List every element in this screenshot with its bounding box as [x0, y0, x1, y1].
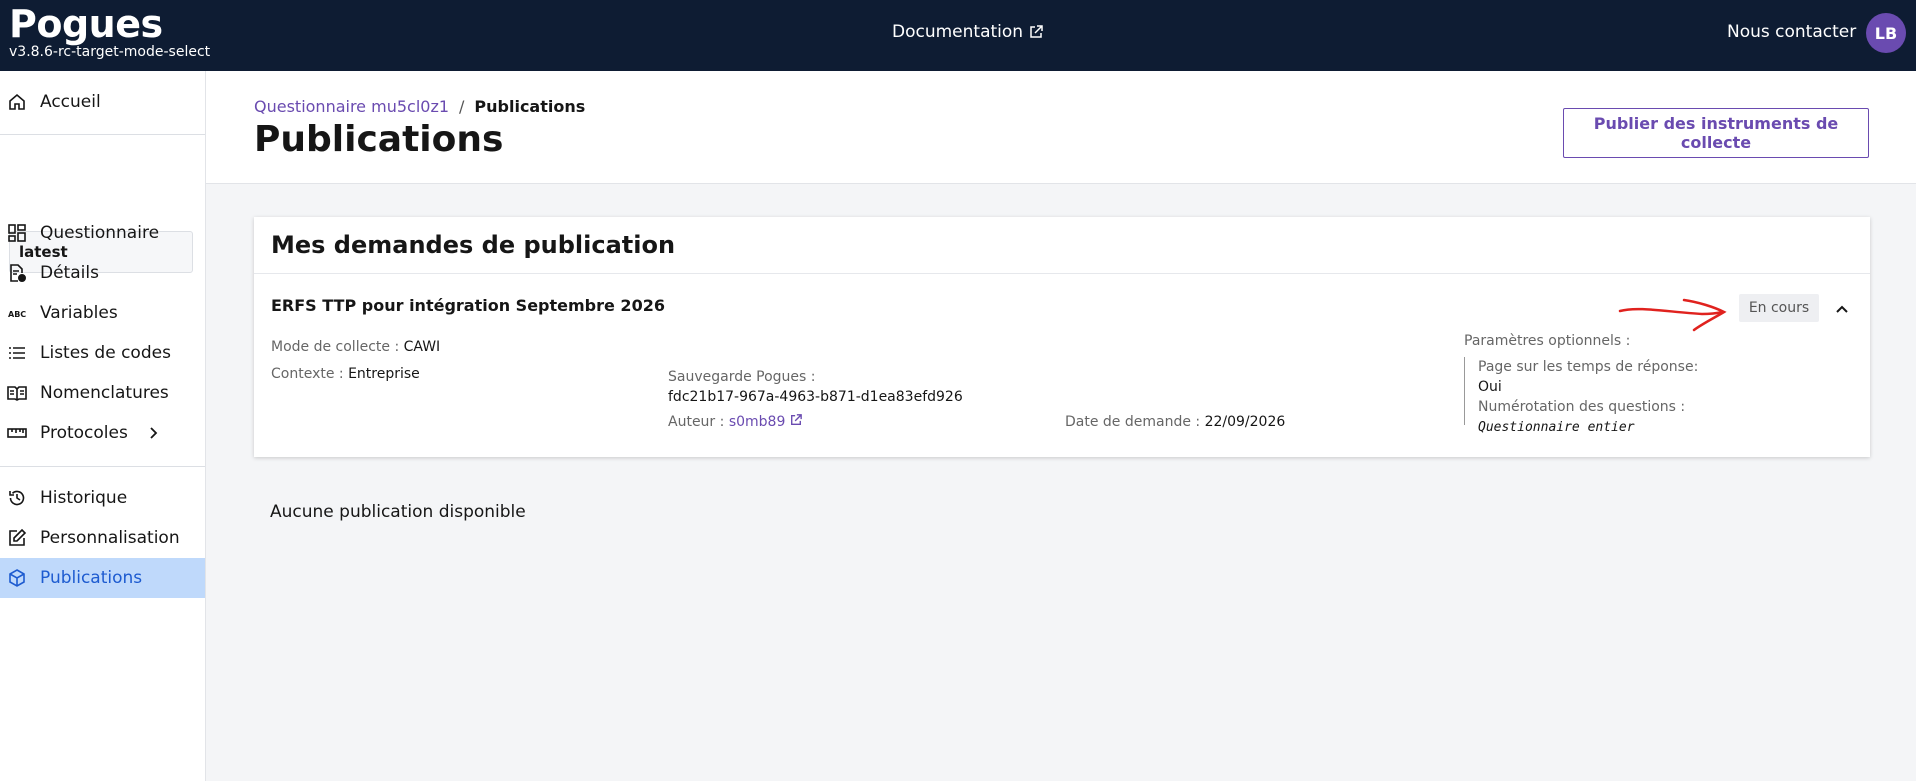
- external-link-icon: [790, 414, 802, 425]
- sidebar-item-variables[interactable]: ABC Variables: [0, 293, 205, 333]
- red-arrow-annotation-icon: [1618, 298, 1727, 332]
- history-icon: [7, 488, 27, 508]
- contact-link[interactable]: Nous contacter: [1727, 22, 1856, 42]
- sidebar-item-label: Variables: [40, 303, 118, 323]
- brand[interactable]: Pogues v3.8.6-rc-target-mode-select: [9, 2, 210, 60]
- svg-text:ABC: ABC: [8, 310, 26, 319]
- cube-icon: [7, 568, 27, 588]
- collapse-button[interactable]: [1832, 299, 1852, 319]
- backup-field: Sauvegarde Pogues : fdc21b17-967a-4963-b…: [668, 367, 963, 407]
- collection-mode-value: CAWI: [403, 339, 441, 355]
- question-numbering-value: Questionnaire entier: [1478, 420, 1635, 435]
- breadcrumb-separator: /: [459, 97, 465, 116]
- optional-parameters: Paramètres optionnels : Page sur les tem…: [1464, 333, 1704, 435]
- sidebar-item-label: Protocoles: [40, 423, 128, 443]
- question-numbering-label: Numérotation des questions :: [1478, 399, 1686, 415]
- card-divider: [254, 273, 1870, 274]
- sidebar-item-questionnaire[interactable]: Questionnaire: [0, 213, 205, 253]
- author-link[interactable]: s0mb89: [729, 414, 802, 430]
- sidebar-item-label: Nomenclatures: [40, 383, 169, 403]
- breadcrumb-questionnaire-link[interactable]: Questionnaire mu5cl0z1: [254, 97, 449, 116]
- timing-page-param: Page sur les temps de réponse: Oui: [1478, 357, 1704, 397]
- edit-icon: [7, 528, 27, 548]
- request-date-field: Date de demande : 22/09/2026: [1065, 414, 1285, 430]
- breadcrumb: Questionnaire mu5cl0z1 / Publications: [254, 97, 585, 116]
- sidebar: Accueil latest Questionnaire Détails ABC…: [0, 71, 206, 781]
- sidebar-item-label: Détails: [40, 263, 99, 283]
- backup-label: Sauvegarde Pogues :: [668, 369, 816, 385]
- sidebar-item-label: Listes de codes: [40, 343, 171, 363]
- sidebar-item-label: Historique: [40, 488, 128, 508]
- context-value: Entreprise: [348, 366, 420, 382]
- context-label: Contexte :: [271, 366, 344, 382]
- author-label: Auteur :: [668, 414, 725, 430]
- page-header: Questionnaire mu5cl0z1 / Publications Pu…: [206, 71, 1916, 184]
- chevron-up-icon: [1836, 305, 1848, 313]
- backup-value: fdc21b17-967a-4963-b871-d1ea83efd926: [668, 389, 963, 405]
- context-field: Contexte : Entreprise: [271, 366, 420, 382]
- empty-publications-message: Aucune publication disponible: [270, 502, 526, 522]
- sidebar-item-label: Publications: [40, 568, 143, 588]
- documentation-link[interactable]: Documentation: [892, 22, 1043, 42]
- documentation-label: Documentation: [892, 22, 1024, 42]
- request-date-value: 22/09/2026: [1204, 414, 1286, 430]
- timing-page-value: Oui: [1478, 379, 1502, 395]
- requests-title: Mes demandes de publication: [271, 231, 676, 259]
- collection-mode-field: Mode de collecte : CAWI: [271, 339, 440, 355]
- ruler-icon: [7, 423, 27, 443]
- sidebar-item-history[interactable]: Historique: [0, 478, 205, 518]
- chevron-right-icon: [150, 427, 158, 439]
- publication-requests-card: Mes demandes de publication ERFS TTP pou…: [254, 217, 1870, 457]
- sidebar-item-label: Accueil: [40, 92, 101, 112]
- abc-icon: ABC: [7, 303, 27, 323]
- collection-mode-label: Mode de collecte :: [271, 339, 400, 355]
- sidebar-item-nomenclatures[interactable]: Nomenclatures: [0, 373, 205, 413]
- list-icon: [7, 343, 27, 363]
- author-field: Auteur : s0mb89: [668, 414, 802, 430]
- sidebar-divider: [0, 466, 205, 467]
- question-numbering-param: Numérotation des questions : Questionnai…: [1478, 397, 1704, 438]
- sidebar-item-protocols[interactable]: Protocoles: [0, 413, 205, 453]
- timing-page-label: Page sur les temps de réponse:: [1478, 359, 1699, 375]
- author-value: s0mb89: [728, 414, 786, 430]
- dashboard-grid-icon: [7, 223, 27, 243]
- sidebar-item-label: Questionnaire: [40, 223, 160, 243]
- book-icon: [7, 383, 27, 403]
- document-info-icon: [7, 263, 27, 283]
- sidebar-item-details[interactable]: Détails: [0, 253, 205, 293]
- app-name: Pogues: [9, 2, 163, 46]
- user-avatar[interactable]: LB: [1866, 13, 1906, 53]
- optional-parameters-list: Page sur les temps de réponse: Oui Numér…: [1464, 357, 1704, 435]
- breadcrumb-current: Publications: [474, 97, 586, 116]
- sidebar-item-label: Personnalisation: [40, 528, 180, 548]
- external-link-icon: [1030, 25, 1043, 38]
- request-name: ERFS TTP pour intégration Septembre 2026: [271, 296, 665, 315]
- publish-instruments-button[interactable]: Publier des instruments de collecte: [1563, 108, 1869, 158]
- top-bar: Pogues v3.8.6-rc-target-mode-select Docu…: [0, 0, 1916, 71]
- home-icon: [7, 92, 27, 112]
- optional-parameters-label: Paramètres optionnels :: [1464, 333, 1631, 349]
- sidebar-item-publications[interactable]: Publications: [0, 558, 205, 598]
- request-date-label: Date de demande :: [1065, 414, 1201, 430]
- sidebar-item-code-lists[interactable]: Listes de codes: [0, 333, 205, 373]
- sidebar-item-customization[interactable]: Personnalisation: [0, 518, 205, 558]
- sidebar-divider: [0, 134, 205, 135]
- page-title: Publications: [254, 119, 504, 160]
- sidebar-item-home[interactable]: Accueil: [0, 82, 205, 122]
- status-badge: En cours: [1739, 294, 1819, 322]
- app-version: v3.8.6-rc-target-mode-select: [9, 44, 211, 60]
